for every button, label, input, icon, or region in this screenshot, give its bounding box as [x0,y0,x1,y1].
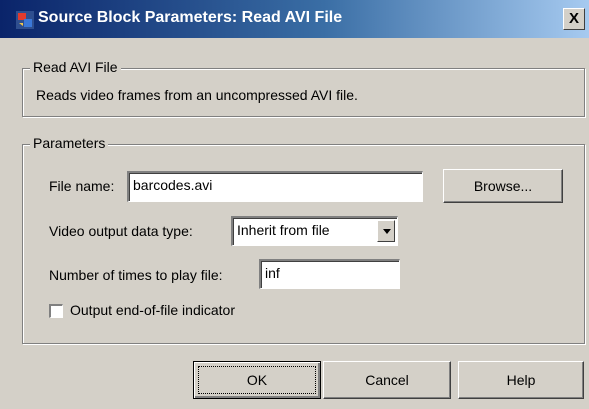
help-button[interactable]: Help [458,361,584,399]
video-output-type-label: Video output data type: [49,223,193,239]
video-output-type-value: Inherit from file [237,222,330,238]
play-times-value: inf [265,265,280,281]
eof-indicator-checkbox[interactable] [49,304,63,318]
file-name-value: barcodes.avi [133,177,213,193]
browse-button-label: Browse... [473,178,533,194]
window-title: Source Block Parameters: Read AVI File [38,9,343,26]
cancel-button-label: Cancel [365,372,409,388]
play-times-field[interactable]: inf [259,259,400,289]
eof-indicator-label[interactable]: Output end-of-file indicator [70,302,235,318]
file-name-field[interactable]: barcodes.avi [127,171,423,202]
focus-ring [198,366,316,394]
browse-button[interactable]: Browse... [443,169,563,203]
close-button[interactable]: X [563,8,585,30]
simulink-block-icon [16,11,34,29]
title-bar[interactable]: Source Block Parameters: Read AVI File X [0,0,589,38]
description-group-legend: Read AVI File [30,59,121,75]
parameters-group: Parameters File name: barcodes.avi Brows… [22,135,585,344]
chevron-down-icon [383,229,391,234]
dropdown-button[interactable] [377,220,395,242]
description-text: Reads video frames from an uncompressed … [36,87,358,103]
play-times-label: Number of times to play file: [49,267,223,283]
ok-button[interactable]: OK [193,361,321,399]
file-name-label: File name: [49,178,115,194]
help-button-label: Help [506,372,536,388]
close-icon: X [568,10,579,27]
parameters-group-legend: Parameters [30,135,109,151]
video-output-type-select[interactable]: Inherit from file [231,216,398,246]
description-group: Read AVI File Reads video frames from an… [22,59,585,117]
cancel-button[interactable]: Cancel [323,361,451,399]
